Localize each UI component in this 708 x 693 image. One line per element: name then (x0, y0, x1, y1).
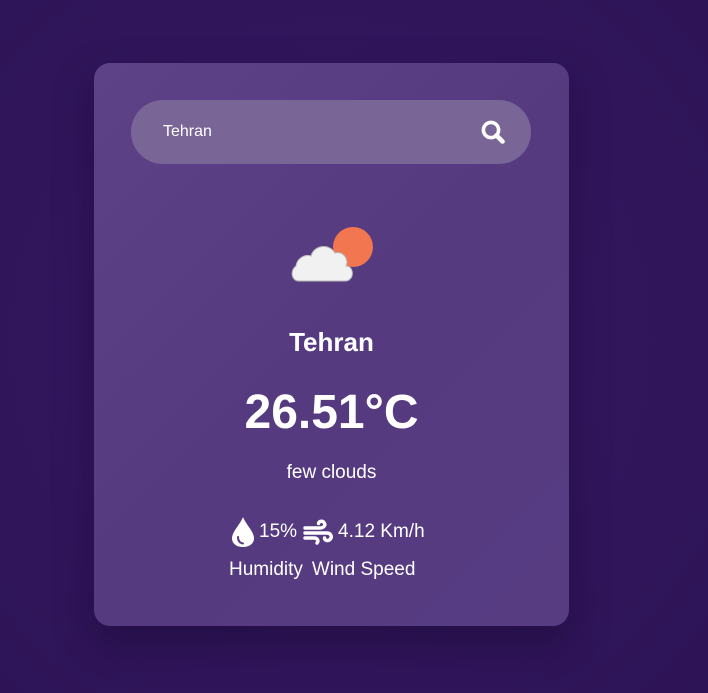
stat-values: 15% 4.12 Km/h (231, 515, 425, 549)
temperature: 26.51°C (244, 386, 419, 439)
weather-description: few clouds (286, 462, 377, 483)
search-bar (131, 100, 531, 164)
search-button[interactable] (479, 118, 509, 148)
search-icon (481, 120, 505, 144)
wind-icon (303, 519, 333, 545)
water-drop-icon (231, 516, 255, 548)
weather-card: Tehran 26.51°C few clouds 15% (94, 63, 569, 626)
page-background: Tehran 26.51°C few clouds 15% (0, 0, 708, 693)
wind-speed-label: Wind Speed (311, 559, 416, 580)
search-input[interactable] (163, 120, 463, 144)
humidity-value: 15% (259, 521, 298, 542)
stat-labels: Humidity Wind Speed (229, 559, 415, 581)
humidity-label: Humidity (229, 559, 303, 580)
city-name: Tehran (289, 327, 374, 357)
weather-stats: 15% 4.12 Km/h Humidity Wind Speed (229, 515, 451, 585)
few-clouds-icon (289, 223, 379, 287)
wind-speed-value: 4.12 Km/h (338, 521, 425, 542)
